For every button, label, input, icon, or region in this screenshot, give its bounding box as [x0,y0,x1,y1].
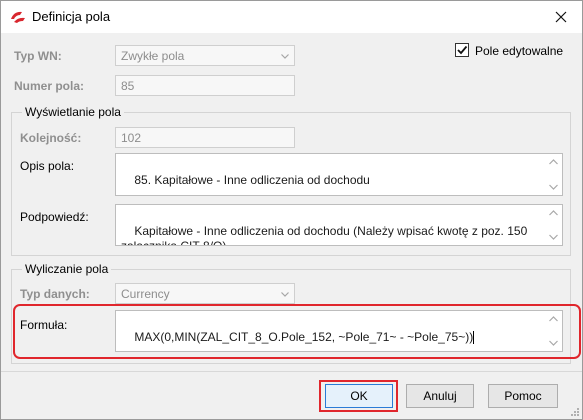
podpowiedz-value: Kapitałowe - Inne odliczenia od dochodu … [121,224,531,246]
numer-pola-label: Numer pola: [14,79,85,93]
opis-pola-textarea[interactable]: 85. Kapitałowe - Inne odliczenia od doch… [115,153,563,196]
checkmark-icon [457,45,468,55]
editable-checkbox[interactable] [455,43,469,57]
help-button-label: Pomoc [504,389,542,403]
calc-group-title: Wyliczanie pola [22,262,112,276]
chevron-down-icon [281,292,289,297]
kolejnosc-field: 102 [115,127,295,148]
scroll-down-icon [549,184,558,190]
opis-pola-label: Opis pola: [20,159,75,173]
typ-danych-label: Typ danych: [20,287,90,301]
podpowiedz-label: Podpowiedź: [20,210,89,224]
chevron-down-icon [281,54,289,59]
scroll-up-icon [549,210,558,216]
resize-grip-icon[interactable] [568,405,580,417]
display-group-title: Wyświetlanie pola [22,105,124,119]
app-logo-icon [11,11,25,23]
typ-danych-value: Currency [121,287,170,301]
typ-wn-combo[interactable]: Zwykłe pola [115,45,295,66]
podpowiedz-textarea[interactable]: Kapitałowe - Inne odliczenia od dochodu … [115,204,563,246]
title-bar: Definicja pola [1,1,582,33]
typ-danych-combo[interactable]: Currency [115,283,295,304]
numer-pola-value: 85 [121,79,135,93]
opis-scrollbar[interactable] [545,154,562,195]
podpowiedz-scrollbar[interactable] [545,205,562,245]
kolejnosc-value: 102 [121,131,142,145]
typ-wn-label: Typ WN: [14,49,62,63]
editable-label: Pole edytowalne [475,44,564,58]
scroll-down-icon [549,234,558,240]
window-title: Definicja pola [32,9,111,24]
scroll-up-icon [549,159,558,165]
typ-wn-value: Zwykłe pola [121,49,185,63]
numer-pola-field: 85 [115,75,295,96]
footer-divider [1,371,582,372]
close-button[interactable] [544,4,578,30]
cancel-button-label: Anuluj [423,389,457,403]
close-icon [555,11,567,23]
dialog-window: Definicja pola Typ WN: Zwykłe pola Pole … [0,0,583,420]
kolejnosc-label: Kolejność: [20,131,82,145]
help-button[interactable]: Pomoc [488,384,558,408]
cancel-button[interactable]: Anuluj [406,384,474,408]
formula-highlight [13,304,581,359]
opis-pola-value: 85. Kapitałowe - Inne odliczenia od doch… [134,173,370,187]
ok-highlight [319,380,398,412]
